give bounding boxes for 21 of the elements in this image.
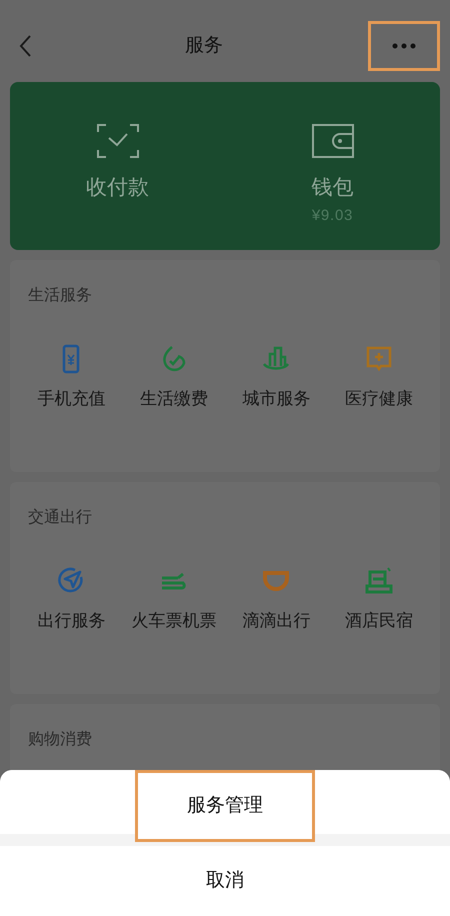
section-title: 交通出行 (28, 508, 92, 528)
service-item[interactable]: 滴滴出行 (242, 608, 310, 634)
section-title: 生活服务 (28, 286, 92, 306)
service-item[interactable]: 手机充值 (37, 386, 106, 412)
section-title: 购物消费 (28, 730, 92, 750)
more-icon (392, 43, 416, 50)
card-item[interactable]: 钱包 (312, 124, 354, 204)
service-item[interactable]: 生活缴费 (140, 386, 208, 412)
wallet-icon (312, 124, 354, 158)
back-icon (18, 34, 32, 58)
scan-check-icon (96, 124, 138, 158)
service-item[interactable]: 医疗健康 (344, 386, 413, 412)
card-item[interactable]: 收付款 (86, 124, 149, 204)
service-item[interactable]: 酒店民宿 (344, 608, 413, 634)
sheet-option[interactable]: 服务管理 (135, 770, 315, 842)
more-button[interactable] (368, 21, 440, 72)
service-item[interactable]: 出行服务 (37, 608, 106, 634)
page-title: 服务 (185, 34, 223, 58)
service-item[interactable]: 火车票机票 (131, 608, 216, 634)
cancel-button[interactable]: 取消 (0, 846, 450, 916)
service-item[interactable]: 城市服务 (242, 386, 310, 412)
